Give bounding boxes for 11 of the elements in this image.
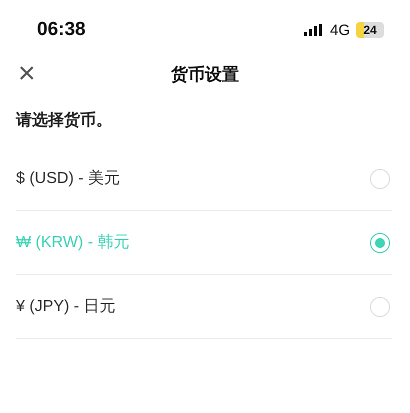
status-time: 06:38 xyxy=(37,19,86,41)
radio-button[interactable] xyxy=(370,168,390,188)
currency-label[interactable]: $ (USD) - 美元 xyxy=(16,168,120,189)
radio-button[interactable] xyxy=(370,296,390,316)
radio-button[interactable] xyxy=(370,232,390,252)
close-button[interactable]: × xyxy=(16,59,38,89)
prompt-text: 请选择货币。 xyxy=(14,110,113,131)
page-title: 货币设置 xyxy=(171,64,239,84)
signal-icon xyxy=(304,24,324,36)
network-label: 4G xyxy=(330,22,350,38)
currency-label[interactable]: ¥ (JPY) - 日元 xyxy=(16,296,116,317)
